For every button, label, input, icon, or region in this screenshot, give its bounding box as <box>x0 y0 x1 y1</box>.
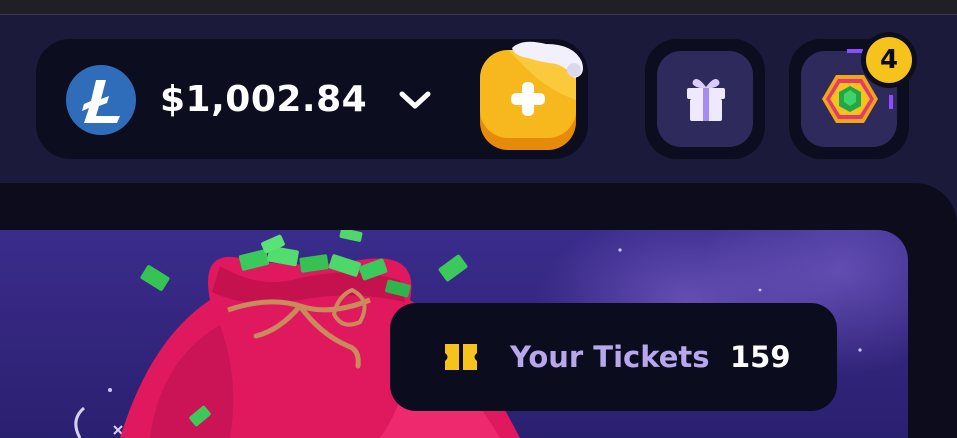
chevron-down-icon[interactable] <box>395 86 435 114</box>
tickets-count: 159 <box>730 340 791 374</box>
tickets-label: Your Tickets <box>510 340 710 374</box>
gift-button-face <box>657 51 753 147</box>
ticket-icon <box>445 342 477 372</box>
gift-icon <box>687 79 725 121</box>
litecoin-icon <box>66 65 136 135</box>
wallet-balance: $1,002.84 <box>160 79 368 120</box>
rank-notification-badge: 4 <box>861 32 917 88</box>
notification-count: 4 <box>866 37 912 83</box>
browser-top-strip <box>0 0 957 15</box>
deposit-button[interactable] <box>478 40 588 152</box>
gift-button[interactable] <box>645 39 765 159</box>
